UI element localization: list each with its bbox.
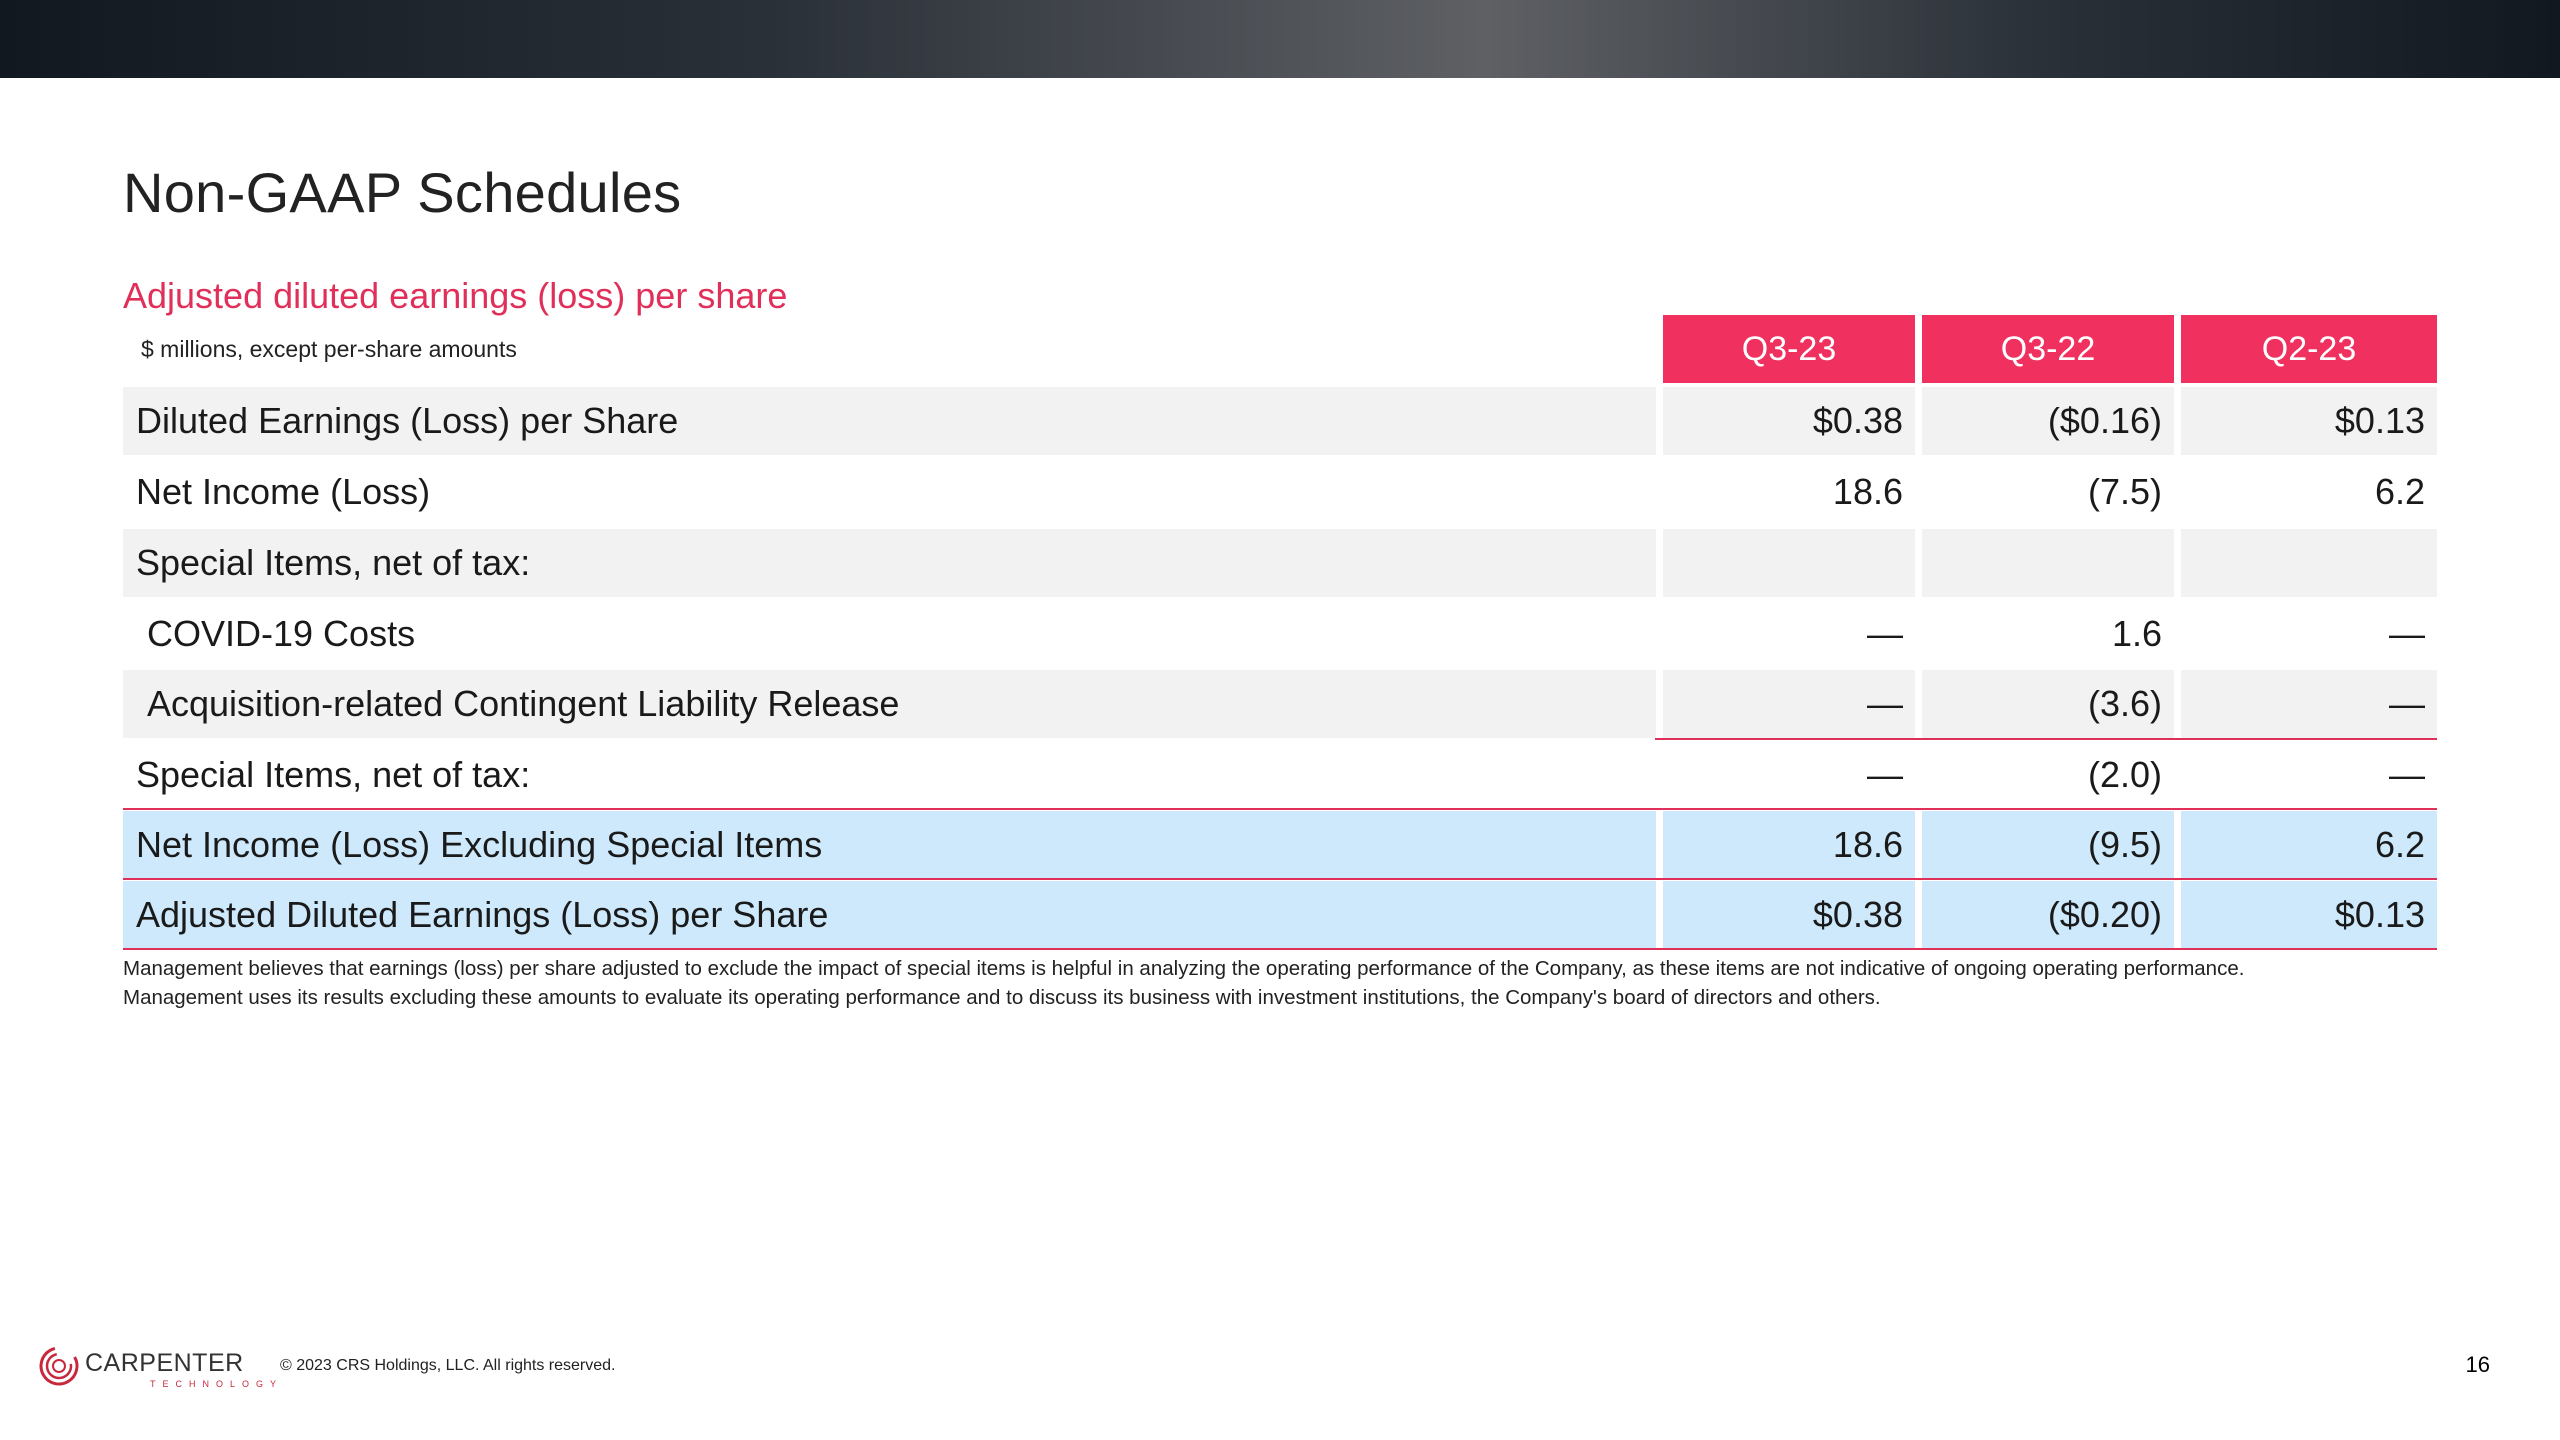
row-value-q3-23: 18.6 xyxy=(1832,471,1903,512)
row-value-q3-22: (7.5) xyxy=(2087,471,2162,512)
row-value-q2-23: 6.2 xyxy=(2181,811,2437,879)
footnote: Management believes that earnings (loss)… xyxy=(123,954,2453,1012)
table-row-contingent-liability: Acquisition-related Contingent Liability… xyxy=(0,670,2560,738)
logo-wordmark: CARPENTER xyxy=(85,1349,244,1377)
row-value-q3-23: 18.6 xyxy=(1663,811,1915,879)
row-value-q3-22: ($0.16) xyxy=(1922,387,2174,455)
row-value-q3-22: ($0.20) xyxy=(1922,881,2174,949)
units-note: $ millions, except per-share amounts xyxy=(141,336,517,362)
row-value-q3-23: — xyxy=(1867,613,1903,654)
table-bottom-border xyxy=(123,948,2437,950)
row-value-q2-23: — xyxy=(2389,754,2425,795)
logo-subtext: TECHNOLOGY xyxy=(150,1379,284,1389)
footnote-line-2: Management uses its results excluding th… xyxy=(123,986,1881,1009)
row-value-q3-22: 1.6 xyxy=(2111,613,2162,654)
row-value-q2-23: — xyxy=(2181,670,2437,738)
row-value-q2-23: — xyxy=(2389,613,2425,654)
page-title: Non-GAAP Schedules xyxy=(123,161,682,224)
row-label: Net Income (Loss) Excluding Special Item… xyxy=(123,811,1656,879)
subtotal-divider xyxy=(1655,738,2437,740)
table-row-net-income-excl-special: Net Income (Loss) Excluding Special Item… xyxy=(0,811,2560,879)
total-divider xyxy=(123,808,2437,810)
column-header-q3-23: Q3-23 xyxy=(1663,315,1915,383)
row-value-q2-23: $0.13 xyxy=(2181,881,2437,949)
table-row-special-items-header: Special Items, net of tax: xyxy=(0,529,2560,597)
copyright-notice: © 2023 CRS Holdings, LLC. All rights res… xyxy=(280,1357,616,1374)
row-label: Net Income (Loss) xyxy=(136,471,431,512)
table-row-special-items-total: Special Items, net of tax: — (2.0) — xyxy=(0,741,2560,809)
row-label: Diluted Earnings (Loss) per Share xyxy=(123,387,1656,455)
row-value-q2-23 xyxy=(2181,529,2437,597)
top-banner xyxy=(0,0,2560,78)
row-divider xyxy=(123,878,2437,880)
row-value-q2-23: $0.13 xyxy=(2181,387,2437,455)
row-value-q3-22: (9.5) xyxy=(1922,811,2174,879)
row-value-q3-23: — xyxy=(1663,670,1915,738)
table-row-adjusted-diluted-eps: Adjusted Diluted Earnings (Loss) per Sha… xyxy=(0,881,2560,949)
table-row-diluted-eps: Diluted Earnings (Loss) per Share $0.38 … xyxy=(0,387,2560,455)
row-label: COVID-19 Costs xyxy=(147,613,416,654)
row-label: Special Items, net of tax: xyxy=(136,754,531,795)
column-header-q3-22: Q3-22 xyxy=(1922,315,2174,383)
table-subtitle: Adjusted diluted earnings (loss) per sha… xyxy=(123,275,788,316)
row-value-q3-23: $0.38 xyxy=(1663,387,1915,455)
footnote-line-1: Management believes that earnings (loss)… xyxy=(123,957,2245,980)
row-value-q3-23: — xyxy=(1867,754,1903,795)
page-number: 16 xyxy=(2465,1352,2490,1377)
row-label: Acquisition-related Contingent Liability… xyxy=(123,670,1656,738)
row-value-q3-23: $0.38 xyxy=(1663,881,1915,949)
table-row-net-income: Net Income (Loss) 18.6 (7.5) 6.2 xyxy=(0,458,2560,526)
carpenter-logo-icon xyxy=(38,1345,80,1387)
row-label: Special Items, net of tax: xyxy=(123,529,1656,597)
row-value-q3-22 xyxy=(1922,529,2174,597)
row-value-q3-22: (3.6) xyxy=(1922,670,2174,738)
row-value-q3-22: (2.0) xyxy=(2087,754,2162,795)
row-value-q3-23 xyxy=(1663,529,1915,597)
row-label: Adjusted Diluted Earnings (Loss) per Sha… xyxy=(123,881,1656,949)
table-row-covid-costs: COVID-19 Costs — 1.6 — xyxy=(0,600,2560,668)
column-header-q2-23: Q2-23 xyxy=(2181,315,2437,383)
row-value-q2-23: 6.2 xyxy=(2374,471,2425,512)
